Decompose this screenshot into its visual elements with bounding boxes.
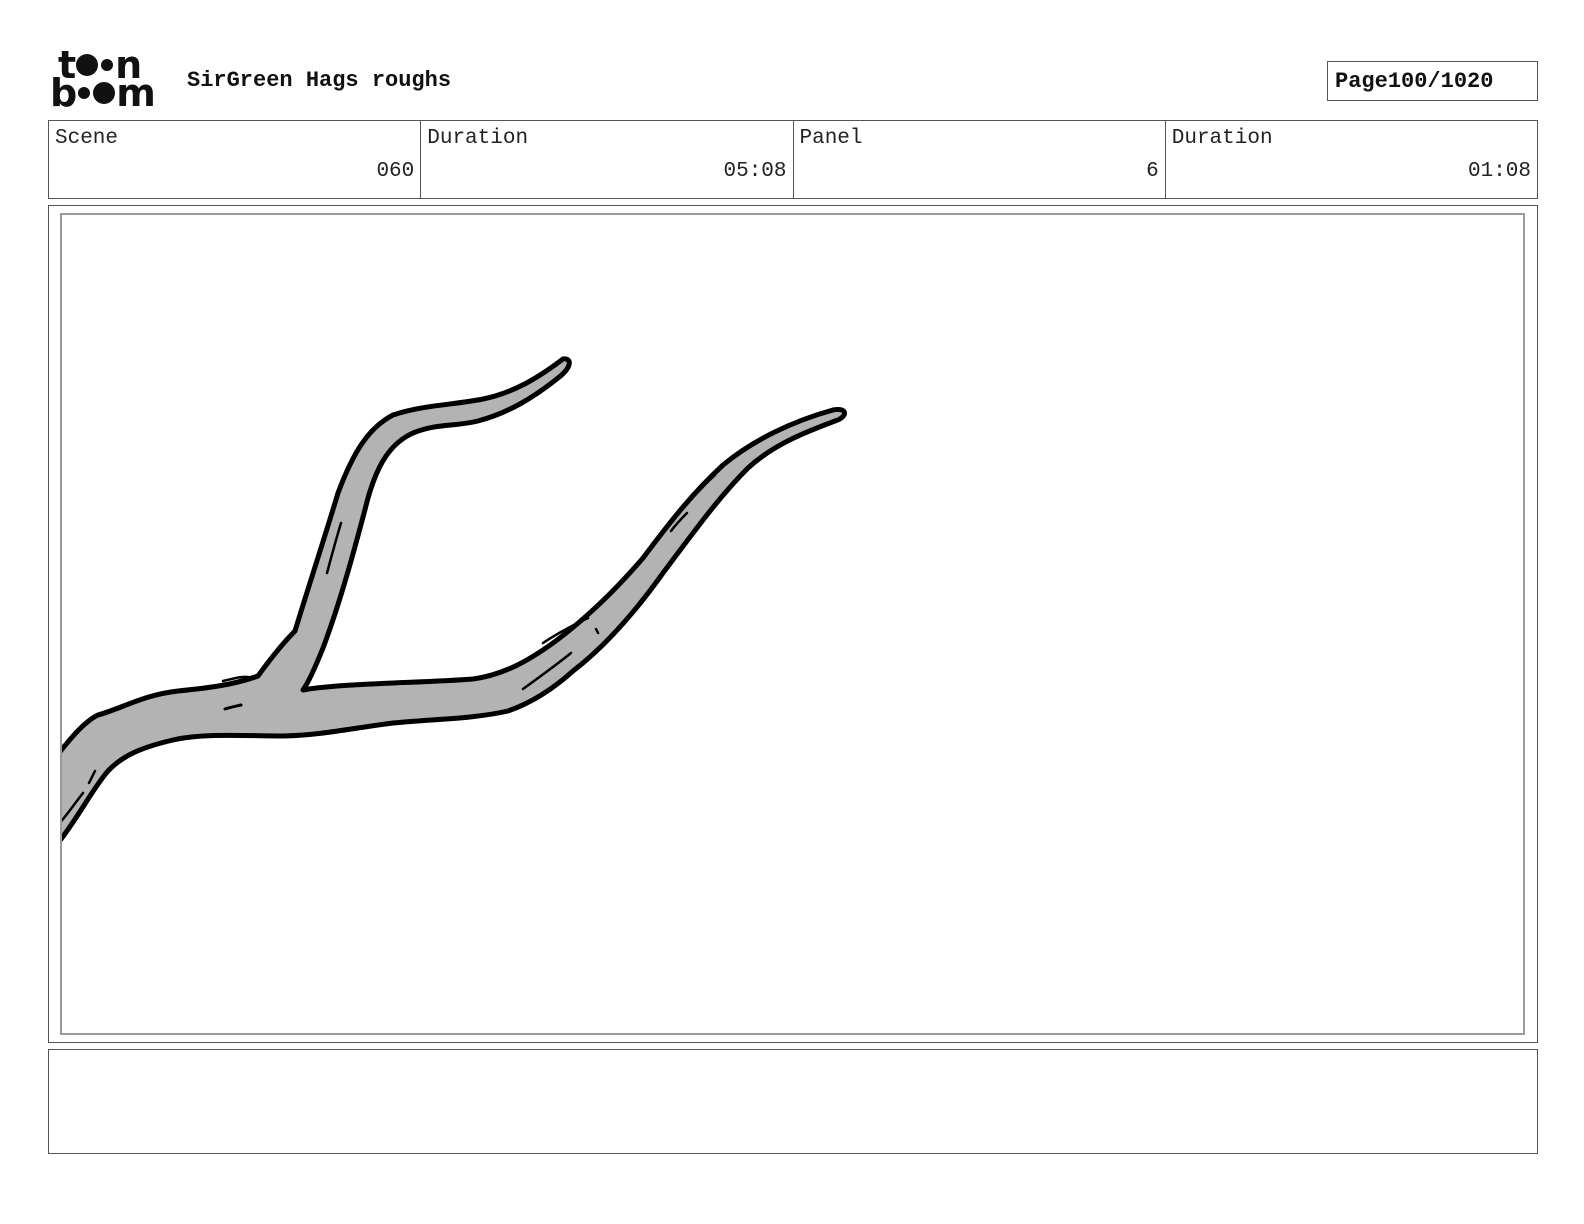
scene-duration-label: Duration [427, 127, 529, 150]
scene-duration-cell: Duration 05:08 [421, 121, 794, 198]
panel-frame [60, 213, 1525, 1035]
logo-word-boom: bm [50, 71, 156, 115]
branch-main [62, 356, 847, 842]
scene-label: Scene [55, 127, 119, 150]
panel-cell: Panel 6 [794, 121, 1166, 198]
panel-notes[interactable] [48, 1049, 1538, 1154]
scene-value: 060 [376, 160, 415, 183]
page-indicator: Page 100/1020 [1327, 61, 1538, 101]
scene-cell: Scene 060 [49, 121, 422, 198]
storyboard-panel [48, 205, 1538, 1043]
toon-boom-logo: tn bm [50, 46, 166, 115]
page-number: 100/1020 [1387, 68, 1494, 94]
panel-duration-value: 01:08 [1467, 160, 1531, 183]
branch-drawing [62, 356, 847, 842]
panel-duration-cell: Duration 01:08 [1166, 121, 1537, 198]
scene-info-row: Scene 060 Duration 05:08 Panel 6 Duratio… [48, 120, 1538, 199]
panel-duration-label: Duration [1171, 127, 1273, 150]
panel-value: 6 [1146, 160, 1159, 183]
panel-label: Panel [799, 127, 863, 150]
scene-duration-value: 05:08 [723, 160, 787, 183]
page-label: Page [1335, 68, 1388, 94]
document-title: SirGreen Hags roughs [187, 68, 452, 93]
